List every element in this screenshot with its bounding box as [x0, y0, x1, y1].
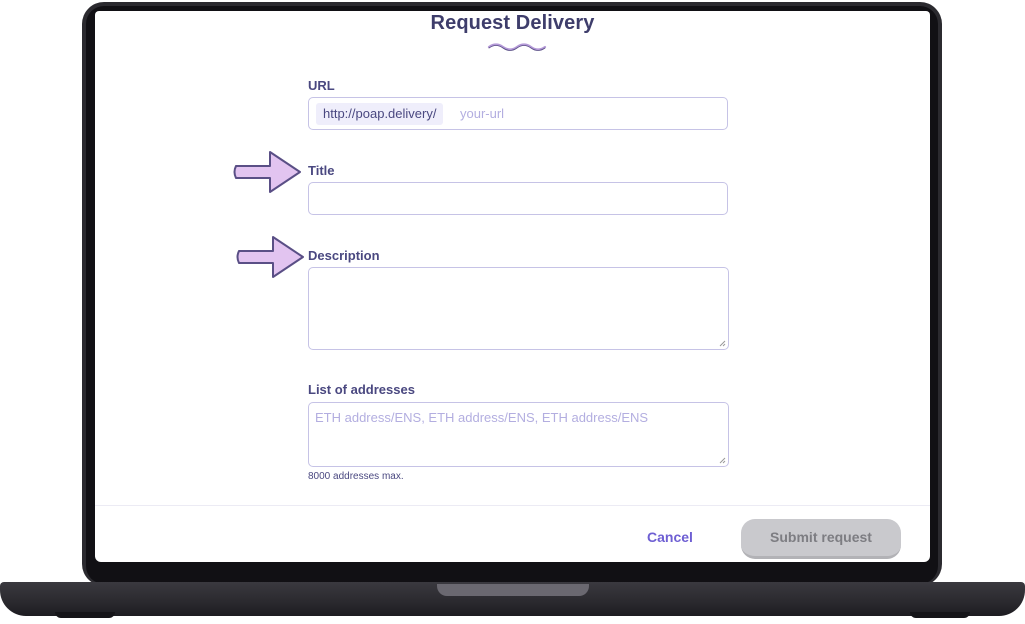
url-input[interactable]: http://poap.delivery/ your-url [308, 97, 728, 130]
wave-divider-icon [487, 43, 547, 51]
addresses-hint: 8000 addresses max. [308, 471, 404, 482]
addresses-textarea[interactable]: ETH address/ENS, ETH address/ENS, ETH ad… [308, 402, 729, 467]
description-textarea[interactable] [308, 267, 729, 350]
resize-handle-icon[interactable] [719, 457, 726, 464]
addresses-label: List of addresses [308, 382, 415, 397]
arrow-right-icon [236, 236, 304, 278]
title-label: Title [308, 163, 335, 178]
url-placeholder: your-url [460, 106, 505, 121]
cancel-button[interactable]: Cancel [647, 529, 693, 545]
title-input[interactable] [308, 182, 728, 215]
laptop-notch [437, 584, 589, 596]
laptop-screen: Request Delivery URL http://poap.deliver… [95, 11, 930, 562]
url-label: URL [308, 78, 335, 93]
addresses-placeholder: ETH address/ENS, ETH address/ENS, ETH ad… [315, 410, 649, 425]
laptop-foot-left [55, 612, 115, 618]
footer-divider [95, 505, 930, 506]
resize-handle-icon[interactable] [719, 340, 726, 347]
description-label: Description [308, 248, 380, 263]
submit-request-button[interactable]: Submit request [741, 519, 901, 559]
laptop-foot-right [910, 612, 970, 618]
url-prefix: http://poap.delivery/ [316, 103, 444, 125]
page-title: Request Delivery [430, 12, 595, 34]
arrow-right-icon [233, 151, 301, 193]
